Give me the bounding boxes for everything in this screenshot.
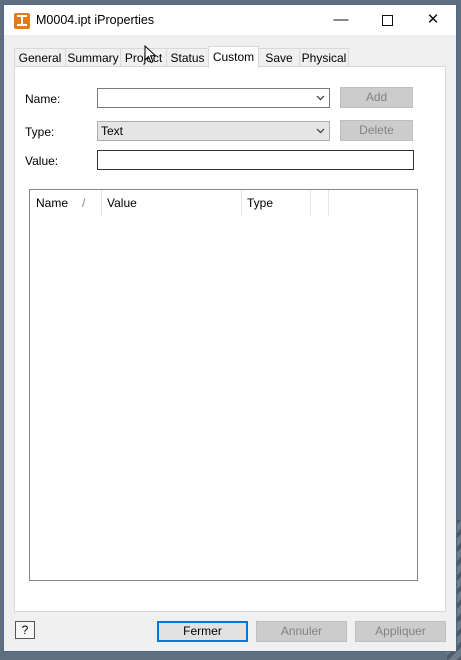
name-combo[interactable]	[97, 88, 330, 108]
chevron-down-icon	[316, 128, 325, 134]
column-header-type[interactable]: Type	[247, 190, 273, 216]
column-separator[interactable]	[101, 190, 102, 216]
maximize-icon	[381, 14, 393, 26]
value-label: Value:	[25, 154, 59, 168]
iproperties-dialog: M0004.ipt iProperties — ✕ General Summar…	[3, 4, 457, 652]
appliquer-button[interactable]: Appliquer	[355, 621, 446, 642]
tab-physical[interactable]: Physical	[299, 48, 349, 66]
type-value: Text	[101, 124, 124, 138]
column-header-name[interactable]: Name	[36, 190, 68, 216]
annuler-button[interactable]: Annuler	[256, 621, 347, 642]
app-icon	[14, 13, 30, 29]
chevron-down-icon	[316, 95, 325, 101]
cursor-icon	[144, 45, 157, 64]
sort-indicator-icon: /	[82, 196, 86, 210]
window-title: M0004.ipt iProperties	[36, 13, 155, 27]
maximize-button[interactable]	[364, 5, 410, 35]
tab-summary[interactable]: Summary	[65, 48, 121, 66]
add-button[interactable]: Add	[340, 87, 413, 108]
fermer-button[interactable]: Fermer	[157, 621, 248, 642]
tab-status[interactable]: Status	[166, 48, 209, 66]
delete-button[interactable]: Delete	[340, 120, 413, 141]
column-separator[interactable]	[310, 190, 311, 216]
tab-save[interactable]: Save	[258, 48, 300, 66]
close-icon: ✕	[426, 11, 440, 28]
minimize-icon: —	[333, 11, 349, 28]
title-bar[interactable]: M0004.ipt iProperties — ✕	[4, 5, 456, 35]
tab-general[interactable]: General	[14, 48, 66, 66]
value-field[interactable]	[97, 150, 414, 170]
help-icon: ?	[21, 623, 29, 637]
type-combo[interactable]: Text	[97, 121, 330, 141]
column-header-value[interactable]: Value	[107, 190, 137, 216]
column-separator[interactable]	[328, 190, 329, 216]
column-separator[interactable]	[241, 190, 242, 216]
minimize-button[interactable]: —	[318, 5, 364, 35]
type-label: Type:	[25, 125, 55, 139]
tab-custom[interactable]: Custom	[208, 46, 259, 68]
custom-properties-list[interactable]: Name / Value Type	[29, 189, 418, 581]
custom-panel: Name: Add Type: Text Delete Value: Name …	[14, 66, 446, 612]
name-label: Name:	[25, 92, 61, 106]
close-button[interactable]: ✕	[410, 5, 456, 35]
help-button[interactable]: ?	[15, 621, 35, 639]
